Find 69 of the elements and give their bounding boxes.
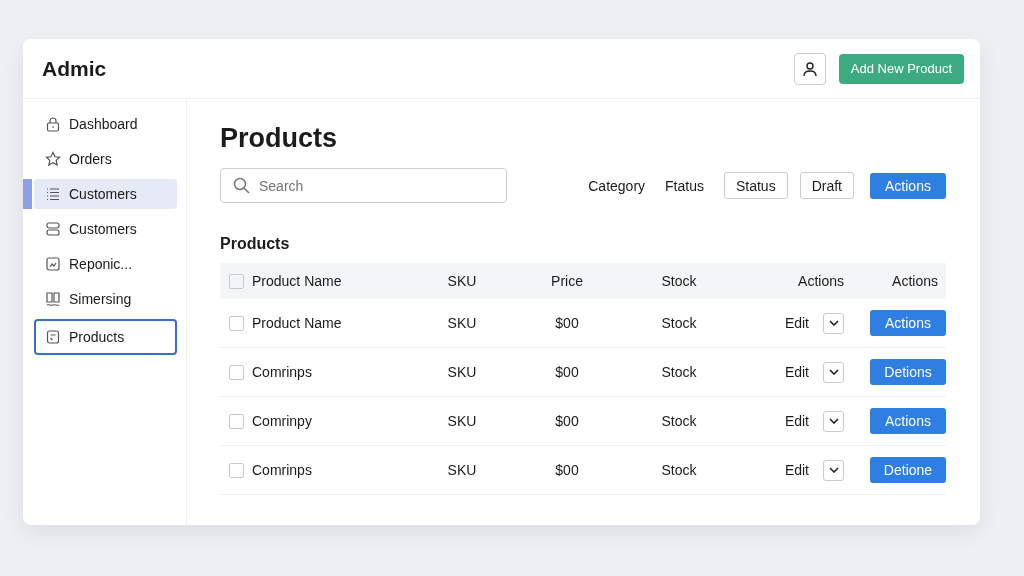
actions-button[interactable]: Actions: [870, 408, 946, 434]
sidebar-item[interactable]: Reponic...: [34, 249, 177, 279]
table-cell-text: Product Name: [252, 315, 343, 331]
chevron-down-icon: [828, 418, 839, 424]
table-cell-text: Comrinps: [252, 364, 313, 380]
column-header: Actions: [891, 273, 939, 289]
user-button[interactable]: [793, 52, 826, 85]
filter-label[interactable]: Category: [588, 177, 646, 194]
actions-button[interactable]: Actions: [870, 310, 946, 336]
column-header: SKU: [446, 273, 478, 289]
checkbox[interactable]: [228, 315, 244, 331]
table-cell-text: SKU: [446, 462, 478, 478]
table-cell-text: $00: [554, 413, 580, 429]
edit-link[interactable]: Edit: [784, 413, 809, 429]
checkbox[interactable]: [228, 413, 244, 429]
lock-icon: [45, 116, 61, 132]
page-title: Products: [220, 123, 339, 154]
table-cell-text: Stock: [660, 364, 698, 380]
table-cell-text: Comrinps: [252, 462, 313, 478]
chevron-down-icon: [828, 320, 839, 326]
checkbox[interactable]: [228, 273, 244, 289]
chevron-down-icon: [828, 467, 839, 473]
dropdown-button[interactable]: [823, 459, 844, 481]
table-cell-text: SKU: [446, 364, 478, 380]
actions-button[interactable]: Detione: [870, 457, 946, 483]
filter-button[interactable]: Draft: [799, 172, 854, 199]
column-header: Stock: [660, 273, 698, 289]
user-icon: [801, 60, 818, 77]
table-cell-text: $00: [554, 315, 580, 331]
table-cell-text: $00: [554, 364, 580, 380]
search-icon: [233, 177, 250, 194]
actions-button[interactable]: Detions: [870, 359, 946, 385]
sidebar-item[interactable]: Products: [34, 319, 177, 355]
app-title: Admic: [42, 56, 107, 81]
filter-button[interactable]: Status: [723, 172, 788, 199]
stack-icon: [45, 221, 61, 237]
document-icon: [45, 329, 61, 345]
table-cell-text: Stock: [660, 413, 698, 429]
actions-button[interactable]: Actions: [870, 172, 946, 199]
search-field[interactable]: Search: [220, 168, 507, 203]
column-header: Product Name: [252, 273, 343, 289]
table-cell-text: SKU: [446, 413, 478, 429]
edit-link[interactable]: Edit: [784, 364, 809, 380]
table-cell-text: Stock: [660, 315, 698, 331]
checkbox[interactable]: [228, 462, 244, 478]
column-header: Price: [550, 273, 584, 289]
image-icon: [45, 256, 61, 272]
table-cell-text: $00: [554, 462, 580, 478]
chevron-down-icon: [828, 369, 839, 375]
checkbox[interactable]: [228, 364, 244, 380]
dropdown-button[interactable]: [823, 312, 844, 334]
edit-link[interactable]: Edit: [784, 462, 809, 478]
list-icon: [45, 186, 61, 202]
dropdown-button[interactable]: [823, 361, 844, 383]
edit-link[interactable]: Edit: [784, 315, 809, 331]
book-icon: [45, 291, 61, 307]
filter-label[interactable]: Ftatus: [665, 177, 704, 194]
sidebar-item[interactable]: Orders: [34, 144, 177, 174]
column-header: Actions: [797, 273, 844, 289]
sidebar-item[interactable]: Customers: [34, 214, 177, 244]
table-cell-text: Comrinpy: [252, 413, 313, 429]
star-icon: [45, 151, 61, 167]
table-cell-text: Stock: [660, 462, 698, 478]
dropdown-button[interactable]: [823, 410, 844, 432]
sidebar-item[interactable]: Dashboard: [34, 109, 177, 139]
section-title: Products: [220, 235, 291, 253]
sidebar-item[interactable]: Simersing: [34, 284, 177, 314]
sidebar-item[interactable]: Customers: [34, 179, 177, 209]
table-cell-text: SKU: [446, 315, 478, 331]
